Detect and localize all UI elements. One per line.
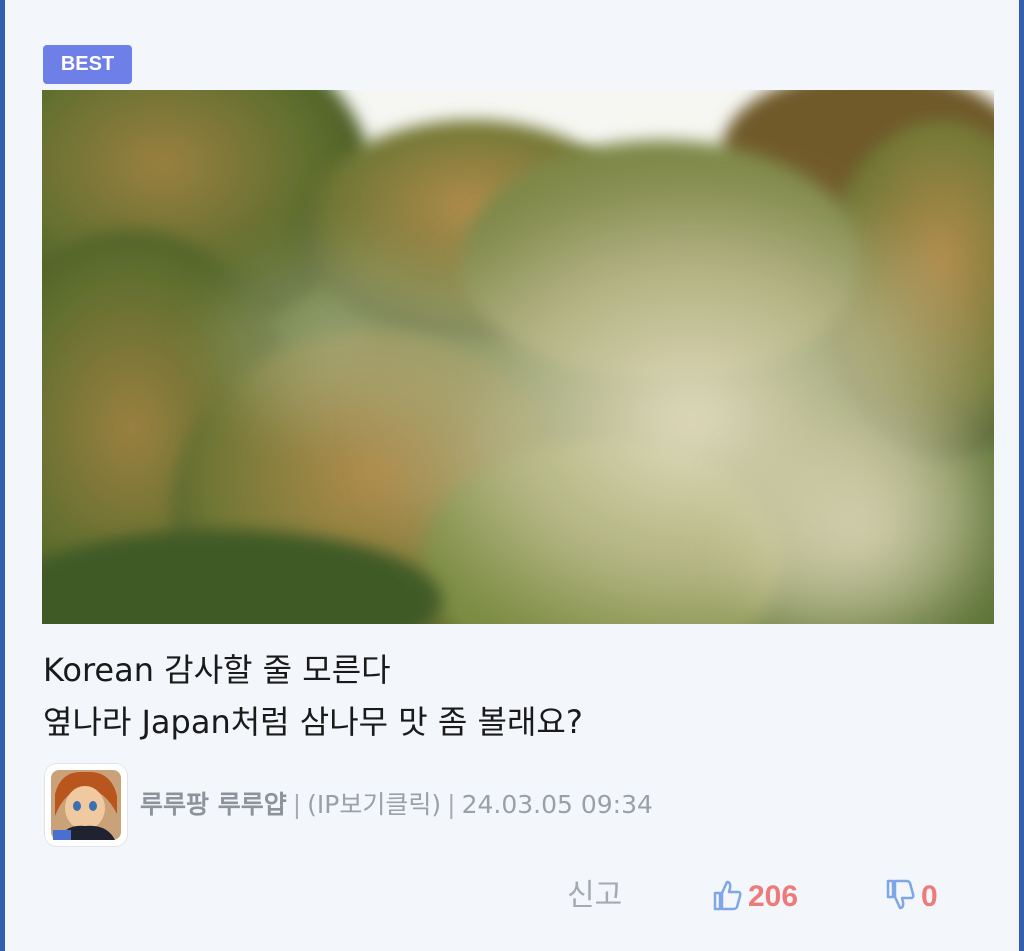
report-button[interactable]: 신고 xyxy=(567,873,622,919)
post-actions: 신고 206 0 xyxy=(5,873,1024,919)
ip-view-link[interactable]: (IP보기클릭) xyxy=(307,790,441,819)
post-title: Korean 감사할 줄 모른다 옆나라 Japan처럼 삼나무 맛 좀 볼래요… xyxy=(43,644,983,748)
meta-separator: | xyxy=(447,790,456,819)
avatar-image xyxy=(45,764,127,846)
post-meta: 루루팡 루루얍 | (IP보기클릭) | 24.03.05 09:34 xyxy=(45,764,985,848)
post-title-line-1: Korean 감사할 줄 모른다 xyxy=(43,651,391,689)
best-badge: BEST xyxy=(43,45,132,84)
author-name[interactable]: 루루팡 루루얍 xyxy=(140,790,287,819)
post-image[interactable] xyxy=(42,90,994,624)
like-count: 206 xyxy=(748,880,799,913)
post-title-line-2: 옆나라 Japan처럼 삼나무 맛 좀 볼래요? xyxy=(43,703,583,741)
post-timestamp: 24.03.05 09:34 xyxy=(461,790,653,819)
post-card: BEST Korean 감사할 줄 모른다 옆나라 Japan처럼 삼나무 맛 … xyxy=(0,0,1024,951)
meta-line: 루루팡 루루얍 | (IP보기클릭) | 24.03.05 09:34 xyxy=(140,788,653,822)
avatar[interactable] xyxy=(45,764,127,846)
dislike-count: 0 xyxy=(921,880,938,913)
dislike-button[interactable]: 0 xyxy=(885,877,938,917)
like-button[interactable]: 206 xyxy=(712,877,798,917)
thumbs-up-icon xyxy=(712,879,742,915)
thumbs-down-icon xyxy=(885,879,915,915)
meta-separator: | xyxy=(292,790,302,819)
pollen-trees-illustration xyxy=(42,90,994,624)
